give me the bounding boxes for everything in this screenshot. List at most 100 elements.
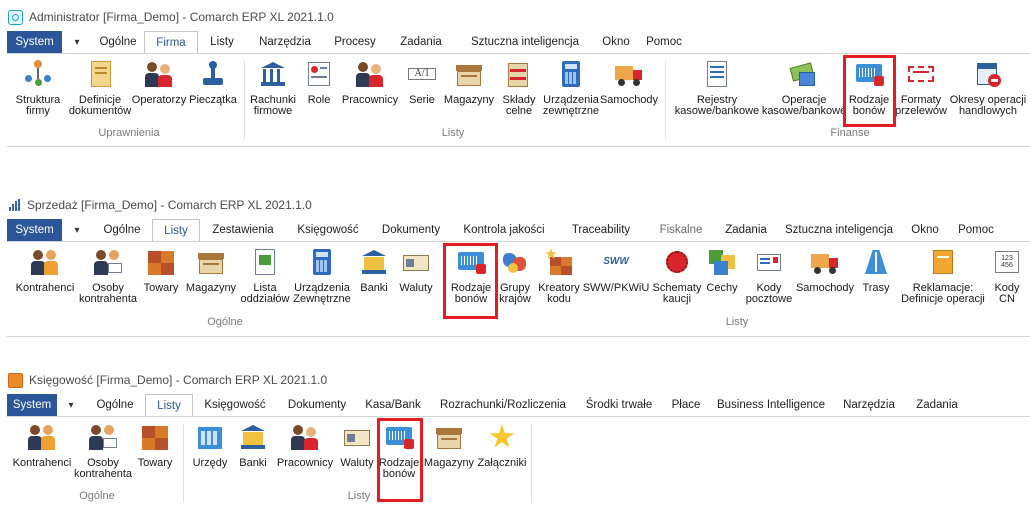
urzadzenia-zewnetrzne-button[interactable]: Urządzenia Zewnętrzne — [291, 247, 353, 305]
schematy-kaucji-button[interactable]: Schematy kaucji — [651, 247, 703, 305]
pracownicy-button[interactable]: Pracownicy — [337, 59, 403, 106]
kontrahenci-button[interactable]: Kontrahenci — [9, 422, 75, 469]
magazyny-button[interactable]: Magazyny — [441, 59, 497, 106]
towary-button[interactable]: Towary — [133, 422, 177, 469]
tab-kasa-bank[interactable]: Kasa/Bank — [357, 394, 429, 416]
tab-pomoc[interactable]: Pomoc — [638, 31, 690, 53]
tab-ksiegowosc[interactable]: Księgowość — [286, 219, 370, 241]
rachunki-firmowe-button[interactable]: Rachunki firmowe — [247, 59, 299, 117]
role-button[interactable]: Role — [301, 59, 337, 106]
tab-firma[interactable]: Firma — [144, 31, 198, 53]
tab-listy[interactable]: Listy — [152, 219, 200, 241]
sklady-celne-button[interactable]: Składy celne — [497, 59, 541, 117]
tab-srodki-trwale[interactable]: Środki trwałe — [577, 394, 661, 416]
magazyny-button[interactable]: Magazyny — [183, 247, 239, 294]
country-groups-icon — [500, 247, 530, 277]
pracownicy-button[interactable]: Pracownicy — [273, 422, 337, 469]
cash-registers-icon — [702, 59, 732, 89]
kody-pocztowe-button[interactable]: Kody pocztowe — [741, 247, 797, 305]
towary-button[interactable]: Towary — [139, 247, 183, 294]
formaty-przelewow-button[interactable]: Formaty przelewów — [893, 59, 949, 117]
grupy-krajow-button[interactable]: Grupy krajów — [497, 247, 533, 305]
document-definitions-icon — [85, 59, 115, 89]
tab-procesy[interactable]: Procesy — [324, 31, 386, 53]
tab-okno[interactable]: Okno — [902, 219, 948, 241]
banki-button[interactable]: Banki — [235, 422, 271, 469]
kreatory-kodu-button[interactable]: Kreatory kodu — [535, 247, 583, 305]
contractor-persons-icon — [88, 422, 118, 452]
waluty-button[interactable]: Waluty — [335, 422, 379, 469]
complaints-icon — [928, 247, 958, 277]
cechy-button[interactable]: Cechy — [703, 247, 741, 294]
samochody-button[interactable]: Samochody — [795, 247, 855, 294]
tab-ogolne[interactable]: Ogólne — [92, 219, 152, 241]
lista-oddzialow-button[interactable]: Lista oddziałów — [239, 247, 291, 305]
tab-zadania[interactable]: Zadania — [386, 31, 456, 53]
rejestry-kasowe-bankowe-button[interactable]: Rejestry kasowe/bankowe — [671, 59, 763, 117]
tab-zestawienia[interactable]: Zestawienia — [200, 219, 286, 241]
quick-access-menu-icon[interactable]: ▾ — [57, 394, 85, 416]
operatorzy-button[interactable]: Operatorzy — [129, 59, 189, 106]
trade-periods-icon — [973, 59, 1003, 89]
offices-icon — [195, 422, 225, 452]
okresy-operacji-handlowych-button[interactable]: Okresy operacji handlowych — [947, 59, 1029, 117]
magazyny-button[interactable]: Magazyny — [421, 422, 477, 469]
operacje-kasowe-bankowe-button[interactable]: Operacje kasowe/bankowe — [762, 59, 846, 117]
tab-ogolne[interactable]: Ogólne — [92, 31, 144, 53]
samochody-button[interactable]: Samochody — [600, 59, 658, 106]
tab-fiskalne[interactable]: Fiskalne — [646, 219, 716, 241]
urzadzenia-zewnetrzne-button[interactable]: Urządzenia zewnętrzne — [541, 59, 601, 117]
group-label-finanse: Finanse — [830, 127, 870, 139]
tab-traceability[interactable]: Traceability — [556, 219, 646, 241]
ribbon-firma: Struktura firmy Definicje dokumentów Ope… — [7, 55, 1030, 145]
kontrahenci-button[interactable]: Kontrahenci — [11, 247, 79, 294]
org-structure-icon — [23, 59, 53, 89]
reklamacje-definicje-operacji-button[interactable]: Reklamacje: Definicje operacji — [897, 247, 989, 305]
tab-listy[interactable]: Listy — [145, 394, 193, 416]
tab-system[interactable]: System — [7, 394, 57, 416]
tab-pomoc[interactable]: Pomoc — [948, 219, 1004, 241]
tab-rozrachunki-rozliczenia[interactable]: Rozrachunki/Rozliczenia — [429, 394, 577, 416]
group-label-uprawnienia: Uprawnienia — [98, 127, 160, 139]
tab-system[interactable]: System — [7, 31, 62, 53]
definicje-dokumentow-button[interactable]: Definicje dokumentów — [69, 59, 131, 117]
tab-zadania[interactable]: Zadania — [716, 219, 776, 241]
tab-narzedzia[interactable]: Narzędzia — [831, 394, 907, 416]
urzedy-button[interactable]: Urzędy — [189, 422, 231, 469]
zalaczniki-button[interactable]: Załączniki — [475, 422, 529, 469]
tab-okno[interactable]: Okno — [594, 31, 638, 53]
group-label-listy: Listy — [441, 127, 465, 139]
kody-cn-button[interactable]: 123 456 Kody CN — [989, 247, 1025, 305]
struktura-firmy-button[interactable]: Struktura firmy — [7, 59, 69, 117]
quick-access-menu-icon[interactable]: ▾ — [62, 219, 92, 241]
tab-place[interactable]: Płace — [661, 394, 711, 416]
group-label-listy: Listy — [725, 316, 749, 328]
tab-dokumenty[interactable]: Dokumenty — [370, 219, 452, 241]
tab-ogolne[interactable]: Ogólne — [85, 394, 145, 416]
tab-kontrola-jakosci[interactable]: Kontrola jakości — [452, 219, 556, 241]
serie-button[interactable]: A/1 Serie — [403, 59, 441, 106]
osoby-kontrahenta-button[interactable]: Osoby kontrahenta — [77, 247, 139, 305]
sww-pkwiu-button[interactable]: SWW SWW/PKWiU — [583, 247, 650, 294]
tab-system[interactable]: System — [7, 219, 62, 241]
tab-business-intelligence[interactable]: Business Intelligence — [711, 394, 831, 416]
contractors-icon — [30, 247, 60, 277]
banki-button[interactable]: Banki — [355, 247, 393, 294]
tab-zadania[interactable]: Zadania — [907, 394, 967, 416]
group-label-listy: Listy — [347, 490, 371, 502]
tab-dokumenty[interactable]: Dokumenty — [277, 394, 357, 416]
title-bar: Sprzedaż [Firma_Demo] - Comarch ERP XL 2… — [0, 194, 1030, 216]
tab-listy[interactable]: Listy — [198, 31, 246, 53]
tab-sztuczna-inteligencja[interactable]: Sztuczna inteligencja — [456, 31, 594, 53]
customs-warehouses-icon — [504, 59, 534, 89]
quick-access-menu-icon[interactable]: ▾ — [62, 31, 92, 53]
waluty-button[interactable]: Waluty — [393, 247, 439, 294]
highlight-rodzaje-bonow — [843, 55, 896, 127]
tab-sztuczna-inteligencja[interactable]: Sztuczna inteligencja — [776, 219, 902, 241]
trasy-button[interactable]: Trasy — [857, 247, 895, 294]
pieczatka-button[interactable]: Pieczątka — [185, 59, 241, 106]
tab-ksiegowosc[interactable]: Księgowość — [193, 394, 277, 416]
osoby-kontrahenta-button[interactable]: Osoby kontrahenta — [73, 422, 133, 480]
tab-narzedzia[interactable]: Narzędzia — [246, 31, 324, 53]
ribbon-tabs: System ▾ Ogólne Firma Listy Narzędzia Pr… — [7, 31, 1030, 53]
